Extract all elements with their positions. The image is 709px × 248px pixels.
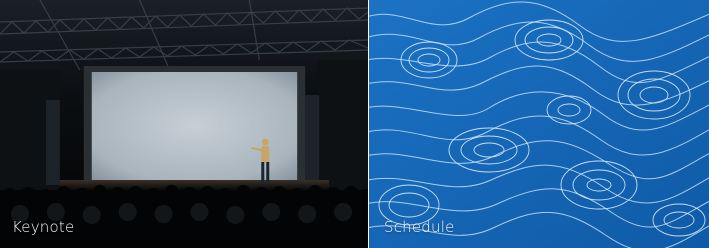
keynote-tile[interactable]: Keynote — [0, 0, 369, 248]
keynote-label: Keynote — [12, 218, 75, 236]
tile-grid: Keynote Schedule — [0, 0, 709, 248]
keynote-stage-image — [0, 0, 368, 248]
schedule-tile[interactable]: Schedule — [369, 0, 709, 248]
schedule-contour-image — [369, 0, 709, 248]
schedule-label: Schedule — [384, 218, 455, 236]
